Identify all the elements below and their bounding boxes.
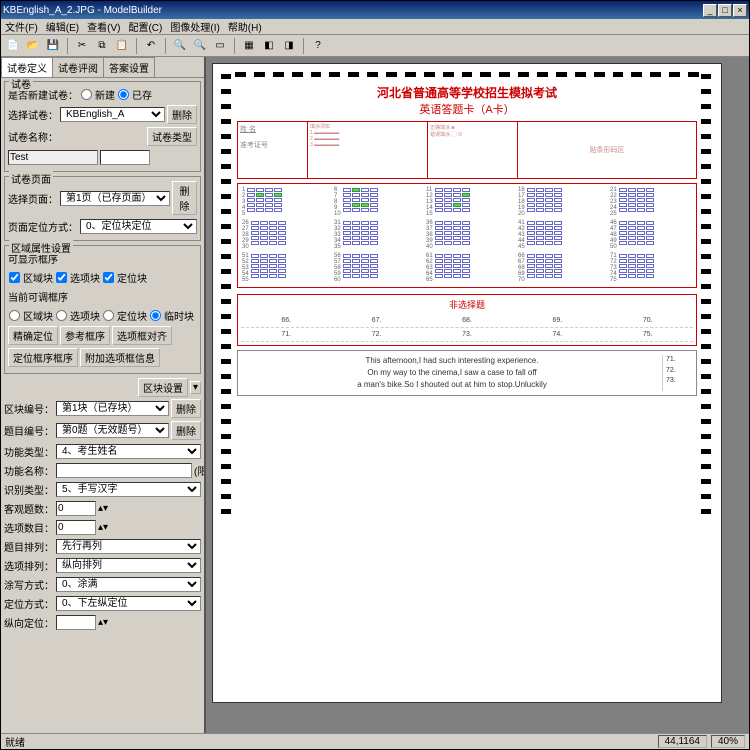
select-block[interactable]: 第1块（已存块） <box>56 401 169 416</box>
paste-icon[interactable]: 📋 <box>113 37 131 55</box>
menu-image[interactable]: 图像处理(I) <box>170 19 219 34</box>
type-button[interactable]: 试卷类型 <box>147 127 197 146</box>
tool-icon[interactable]: ◧ <box>260 37 278 55</box>
spinner-icon[interactable]: ▴▾ <box>98 522 108 533</box>
block-settings-button[interactable]: 区块设置 <box>138 378 188 397</box>
tab-define[interactable]: 试卷定义 <box>1 57 53 77</box>
window-title: KBEnglish_A_2.JPG - ModelBuilder <box>3 5 703 16</box>
statusbar: 就绪 44,1164 40% <box>1 733 749 749</box>
canvas[interactable]: 河北省普通高等学校招生模拟考试 英语答题卡（A卡） 姓 名 准考证号 填涂须知1… <box>206 57 749 733</box>
btn-extra[interactable]: 附加选项框信息 <box>80 348 160 367</box>
select-page[interactable]: 第1页（已存页面） <box>60 191 170 206</box>
status-coords: 44,1164 <box>658 735 707 748</box>
sheet-title: 河北省普通高等学校招生模拟考试 <box>237 84 697 101</box>
chevron-down-icon[interactable]: ▾ <box>190 381 201 394</box>
select-locate[interactable]: 0、定位块定位 <box>80 219 197 234</box>
btn-precise[interactable]: 精确定位 <box>8 326 58 345</box>
select-rectype[interactable]: 5、手写汉字 <box>56 482 201 497</box>
r-locate[interactable] <box>103 310 114 321</box>
menu-file[interactable]: 文件(F) <box>5 19 38 34</box>
r-region[interactable] <box>9 310 20 321</box>
titlebar: KBEnglish_A_2.JPG - ModelBuilder _ □ × <box>1 1 749 19</box>
close-button[interactable]: × <box>733 4 747 17</box>
zoom-out-icon[interactable]: 🔍 <box>191 37 209 55</box>
menu-edit[interactable]: 编辑(E) <box>46 19 79 34</box>
help-icon[interactable]: ? <box>309 37 327 55</box>
menu-view[interactable]: 查看(V) <box>87 19 120 34</box>
essay-box: 非选择题 66.67.68.69.70. 71.72.73.74.75. <box>237 294 697 346</box>
cb-option[interactable] <box>56 272 67 283</box>
delete-page-button[interactable]: 删除 <box>172 181 197 215</box>
copy-icon[interactable]: ⧉ <box>93 37 111 55</box>
input-xy[interactable] <box>56 615 96 630</box>
btn-align[interactable]: 选项框对齐 <box>112 326 172 345</box>
menubar: 文件(F) 编辑(E) 查看(V) 配置(C) 图像处理(I) 帮助(H) <box>1 19 749 35</box>
new-icon[interactable]: 📄 <box>4 37 22 55</box>
select-sheet[interactable]: KBEnglish_A <box>60 107 165 122</box>
status-ready: 就绪 <box>5 734 25 749</box>
group-sheet: 试卷 是否新建试卷： 新建 已存 选择试卷： KBEnglish_A 删除 试卷… <box>4 81 201 172</box>
zoom-in-icon[interactable]: 🔍 <box>171 37 189 55</box>
cut-icon[interactable]: ✂ <box>73 37 91 55</box>
name-input[interactable] <box>8 150 98 165</box>
input-funcname[interactable] <box>56 463 192 478</box>
status-zoom: 40% <box>711 735 745 748</box>
tool-icon[interactable]: ▦ <box>240 37 258 55</box>
menu-config[interactable]: 配置(C) <box>128 19 162 34</box>
r-temp[interactable] <box>150 310 161 321</box>
spinner-icon[interactable]: ▴▾ <box>98 503 108 514</box>
cb-region[interactable] <box>9 272 20 283</box>
input-objcount[interactable] <box>56 501 96 516</box>
btn-locate-frame[interactable]: 定位框序框序 <box>8 348 78 367</box>
bubble-section: 1234567891011121314151617181920212223242… <box>237 183 697 288</box>
select-question[interactable]: 第0题（无效题号） <box>56 423 169 438</box>
delete-button[interactable]: 删除 <box>167 105 197 124</box>
radio-new[interactable] <box>81 89 92 100</box>
cb-locate[interactable] <box>103 272 114 283</box>
select-arr[interactable]: 先行再列 <box>56 539 201 554</box>
select-loc[interactable]: 0、下左纵定位 <box>56 596 201 611</box>
fit-icon[interactable]: ▭ <box>211 37 229 55</box>
group-region: 区域属性设置 可显示框序 区域块 选项块 定位块 当前可调框序 区域块 选项块 … <box>4 245 201 374</box>
sheet-subtitle: 英语答题卡（A卡） <box>237 101 697 117</box>
menu-help[interactable]: 帮助(H) <box>228 19 262 34</box>
select-functype[interactable]: 4、考生姓名 <box>56 444 201 459</box>
minimize-button[interactable]: _ <box>703 4 717 17</box>
del-question[interactable]: 删除 <box>171 421 201 440</box>
toolbar: 📄 📂 💾 ✂ ⧉ 📋 ↶ 🔍 🔍 ▭ ▦ ◧ ◨ ? <box>1 35 749 57</box>
name-input2[interactable] <box>100 150 150 165</box>
tab-answer[interactable]: 答案设置 <box>103 57 155 77</box>
btn-ref[interactable]: 参考框序 <box>60 326 110 345</box>
input-optcount[interactable] <box>56 520 96 535</box>
tab-review[interactable]: 试卷评阅 <box>52 57 104 77</box>
group-page: 试卷页面 选择页面： 第1页（已存页面） 删除 页面定位方式： 0、定位块定位 <box>4 176 201 241</box>
header-box: 姓 名 准考证号 填涂须知1 ▬▬▬▬▬2 ▬▬▬▬▬3 ▬▬▬▬▬ 正确填涂 … <box>237 121 697 179</box>
writing-box: This afternoon,I had such interesting ex… <box>237 350 697 396</box>
save-icon[interactable]: 💾 <box>44 37 62 55</box>
tool-icon[interactable]: ◨ <box>280 37 298 55</box>
select-paint[interactable]: 0、涂满 <box>56 577 201 592</box>
open-icon[interactable]: 📂 <box>24 37 42 55</box>
radio-exist[interactable] <box>118 89 129 100</box>
spinner-icon[interactable]: ▴▾ <box>98 617 108 628</box>
sidebar: 试卷定义 试卷评阅 答案设置 试卷 是否新建试卷： 新建 已存 选择试卷： KB… <box>1 57 206 733</box>
select-optarr[interactable]: 纵向排列 <box>56 558 201 573</box>
undo-icon[interactable]: ↶ <box>142 37 160 55</box>
maximize-button[interactable]: □ <box>718 4 732 17</box>
r-option[interactable] <box>56 310 67 321</box>
del-block[interactable]: 删除 <box>171 399 201 418</box>
answer-sheet: 河北省普通高等学校招生模拟考试 英语答题卡（A卡） 姓 名 准考证号 填涂须知1… <box>212 63 722 703</box>
